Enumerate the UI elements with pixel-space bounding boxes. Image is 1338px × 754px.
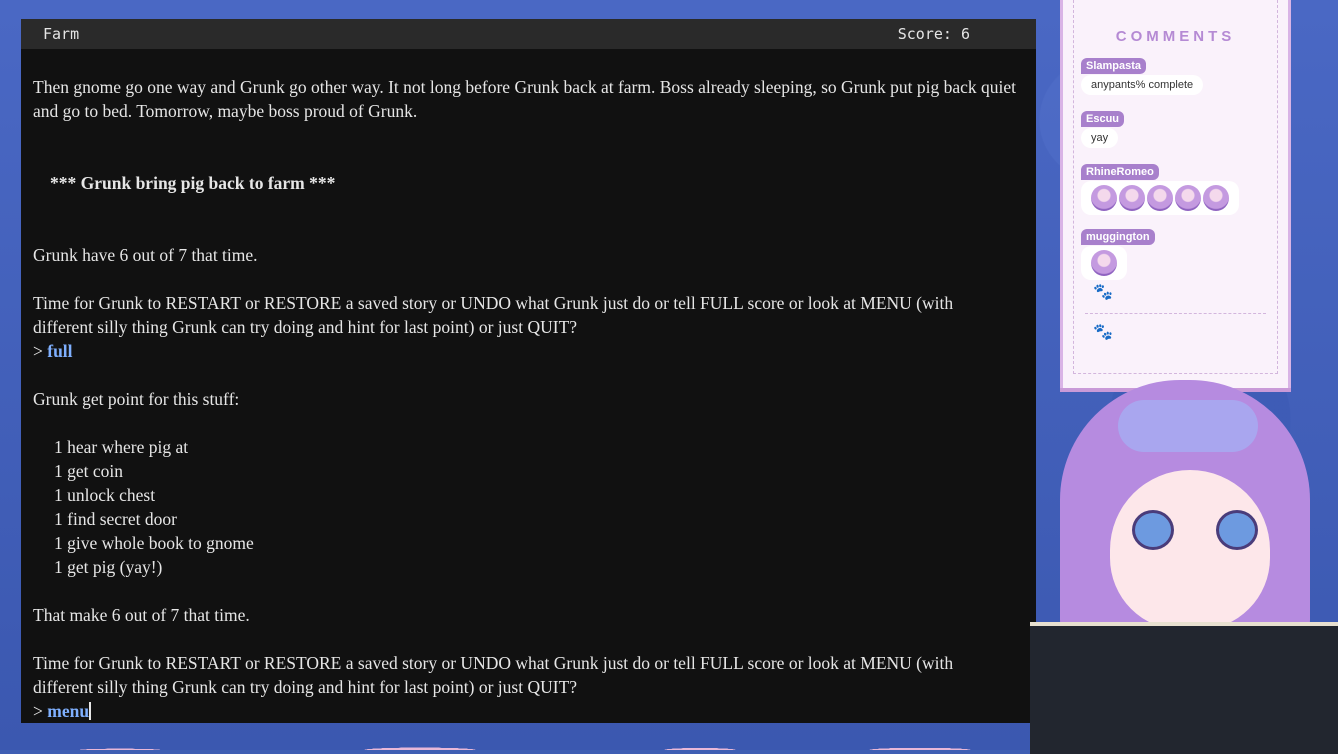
emote-icon: [1091, 185, 1117, 211]
sleep-mask-icon: [1118, 400, 1258, 452]
end-options-text: Time for Grunk to RESTART or RESTORE a s…: [33, 653, 954, 697]
end-options-text: Time for Grunk to RESTART or RESTORE a s…: [33, 293, 954, 337]
comment-item: RhineRomeo: [1081, 162, 1239, 215]
command-line: > full: [33, 339, 1016, 363]
comment-emotes: [1081, 246, 1127, 280]
prompt-symbol: >: [33, 341, 43, 361]
command-input-line[interactable]: > menu: [33, 699, 1016, 723]
comments-panel: COMMENTS Slampasta anypants% complete Es…: [1060, 0, 1291, 388]
emote-icon: [1091, 250, 1117, 276]
emote-icon: [1119, 185, 1145, 211]
paw-icon: 🐾: [1093, 324, 1113, 341]
emote-icon: [1203, 185, 1229, 211]
prompt-symbol: >: [33, 701, 43, 721]
transcript[interactable]: Then gnome go one way and Grunk go other…: [21, 49, 1036, 723]
game-window[interactable]: Farm Score: 6 Then gnome go one way and …: [21, 19, 1036, 723]
points-heading: Grunk get point for this stuff:: [33, 389, 240, 409]
comment-username: Escuu: [1081, 111, 1125, 127]
text-cursor: [89, 702, 92, 720]
list-item: 1 hear where pig at: [54, 437, 189, 457]
avatar-face: [1110, 470, 1270, 630]
book-icon: [1030, 622, 1338, 754]
emote-icon: [1175, 185, 1201, 211]
list-item: 1 get coin: [54, 461, 124, 481]
comment-emotes: [1081, 181, 1239, 215]
comment-text: anypants% complete: [1081, 75, 1204, 95]
comment-username: RhineRomeo: [1081, 164, 1159, 180]
command-input[interactable]: menu: [47, 701, 89, 721]
comment-text: yay: [1081, 128, 1119, 148]
avatar-eye-right: [1216, 510, 1258, 550]
score-summary: Grunk have 6 out of 7 that time.: [33, 245, 258, 265]
comment-item: muggington: [1081, 227, 1155, 280]
status-bar: Farm Score: 6: [21, 19, 1036, 49]
list-item: 1 unlock chest: [54, 485, 156, 505]
location-name: Farm: [43, 25, 80, 43]
avatar-eye-left: [1132, 510, 1174, 550]
comment-username: muggington: [1081, 229, 1155, 245]
comment-item: Escuu yay: [1081, 109, 1125, 148]
chapter-heading: *** Grunk bring pig back to farm ***: [50, 173, 336, 193]
emote-icon: [1147, 185, 1173, 211]
list-item: 1 give whole book to gnome: [54, 533, 254, 553]
comments-title: COMMENTS: [1115, 28, 1236, 45]
comments-divider: [1085, 313, 1266, 314]
score-total: That make 6 out of 7 that time.: [33, 605, 250, 625]
paw-icon: 🐾: [1093, 284, 1113, 301]
vtuber-avatar: [1030, 360, 1338, 754]
points-list: 1 hear where pig at 1 get coin 1 unlock …: [33, 435, 1016, 579]
list-item: 1 find secret door: [54, 509, 177, 529]
comment-username: Slampasta: [1081, 58, 1147, 74]
comment-item: Slampasta anypants% complete: [1081, 56, 1204, 95]
story-paragraph: Then gnome go one way and Grunk go other…: [33, 77, 1016, 121]
score-display: Score: 6: [897, 25, 970, 43]
command-text: full: [47, 341, 73, 361]
list-item: 1 get pig (yay!): [54, 557, 163, 577]
